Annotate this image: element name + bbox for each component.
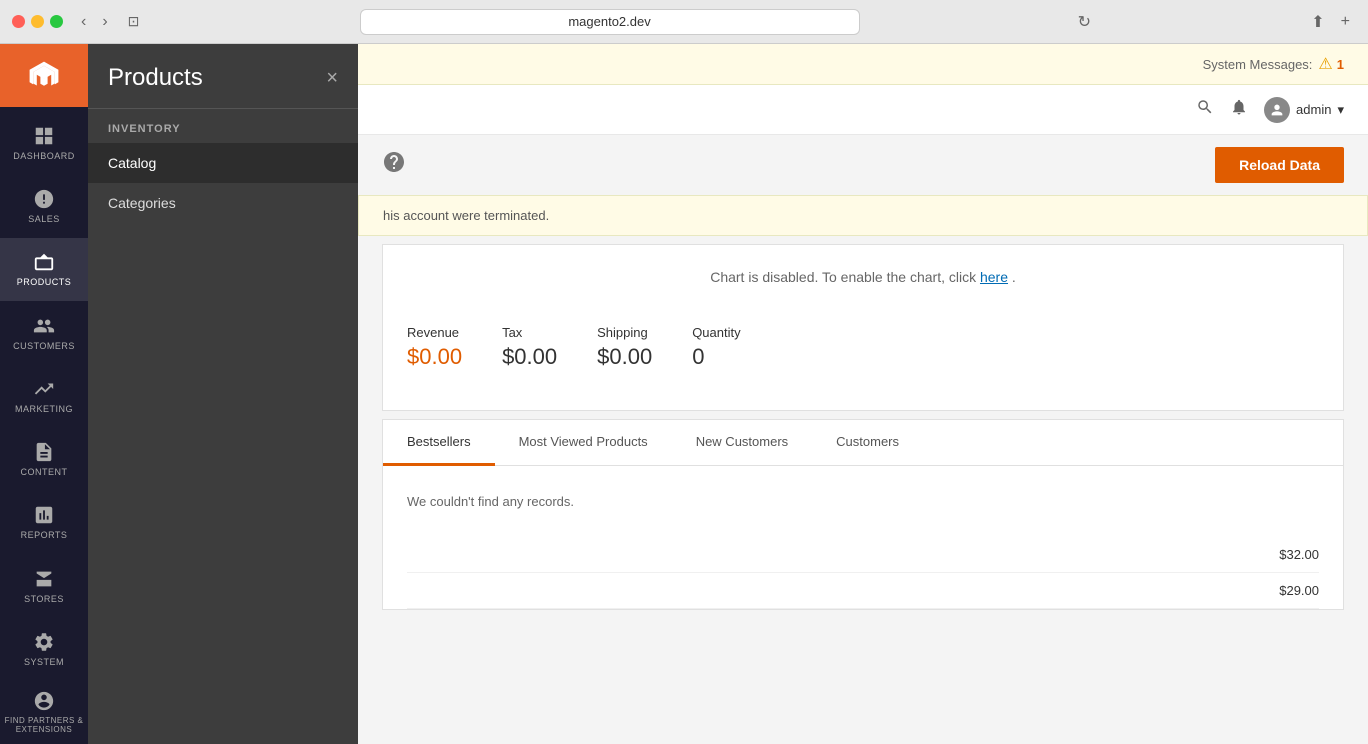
admin-label: admin — [1296, 102, 1331, 117]
sidebar-item-sales[interactable]: SALES — [0, 175, 88, 238]
flyout-panel: Products × Inventory Catalog Categories — [88, 44, 358, 744]
content-icon — [33, 441, 55, 463]
table-row: $32.00 — [407, 537, 1319, 573]
reports-icon — [33, 504, 55, 526]
sidebar-item-marketing[interactable]: MARKETING — [0, 364, 88, 427]
avatar — [1264, 97, 1290, 123]
magento-logo-icon — [26, 58, 62, 94]
table-rows-visible: $32.00 $29.00 — [383, 537, 1343, 609]
warning-triangle-icon: ⚠ — [1318, 54, 1332, 74]
back-button[interactable]: ‹ — [75, 11, 92, 33]
sidebar-item-customers[interactable]: CUSTOMERS — [0, 301, 88, 364]
notifications-button[interactable] — [1230, 98, 1248, 121]
tab-most-viewed-products[interactable]: Most Viewed Products — [495, 420, 672, 466]
brand-logo[interactable] — [0, 44, 88, 107]
flyout-close-button[interactable]: × — [326, 67, 338, 90]
tab-new-customers[interactable]: New Customers — [672, 420, 812, 466]
tab-bestsellers[interactable]: Bestsellers — [383, 420, 495, 466]
main-content: System Messages: ⚠ 1 — [358, 44, 1368, 744]
warning-text: his account were terminated. — [383, 208, 549, 223]
admin-user-menu[interactable]: admin ▾ — [1264, 97, 1344, 123]
system-icon — [33, 631, 55, 653]
sidebar-item-products[interactable]: PRODUCTS — [0, 238, 88, 301]
help-circle-icon — [382, 150, 406, 174]
search-icon — [1196, 98, 1214, 116]
system-messages-bar: System Messages: ⚠ 1 — [358, 44, 1368, 85]
marketing-icon — [33, 378, 55, 400]
reload-data-button[interactable]: Reload Data — [1215, 147, 1344, 183]
table-area: We couldn't find any records. — [383, 466, 1343, 537]
close-traffic-light[interactable] — [12, 15, 25, 28]
warning-notification: his account were terminated. — [358, 195, 1368, 236]
new-tab-button[interactable]: + — [1335, 10, 1356, 34]
top-bar: admin ▾ — [358, 85, 1368, 135]
chart-area: Chart is disabled. To enable the chart, … — [382, 244, 1344, 411]
stores-icon — [33, 568, 55, 590]
flyout-title: Products — [108, 64, 203, 92]
table-row: $29.00 — [407, 573, 1319, 609]
system-messages-label: System Messages: — [1203, 57, 1313, 72]
stat-revenue: Revenue $0.00 — [407, 325, 462, 370]
flyout-header: Products × — [88, 44, 358, 109]
system-messages-warning: ⚠ 1 — [1318, 54, 1344, 74]
sidebar-item-dashboard[interactable]: DASHBOARD — [0, 111, 88, 174]
fullscreen-traffic-light[interactable] — [50, 15, 63, 28]
table-cell-total: $29.00 — [1279, 583, 1319, 598]
no-records-text: We couldn't find any records. — [407, 482, 1319, 521]
tabs-header: Bestsellers Most Viewed Products New Cus… — [383, 420, 1343, 466]
minimize-traffic-light[interactable] — [31, 15, 44, 28]
help-button[interactable] — [382, 150, 406, 180]
flyout-section-header: Inventory — [88, 109, 358, 143]
stats-row: Revenue $0.00 Tax $0.00 Shipping $0.00 Q… — [407, 309, 1319, 386]
sidebar-item-find-partners[interactable]: FIND PARTNERS & EXTENSIONS — [0, 681, 88, 744]
flyout-item-categories[interactable]: Categories — [88, 183, 358, 223]
chart-enable-link[interactable]: here — [980, 269, 1008, 285]
sidebar-item-content[interactable]: CONTENT — [0, 428, 88, 491]
reload-button[interactable]: ↻ — [1078, 12, 1091, 32]
user-icon — [1269, 102, 1285, 118]
sidebar-item-system[interactable]: SYSTEM — [0, 617, 88, 680]
system-messages-count[interactable]: 1 — [1337, 57, 1344, 72]
traffic-lights — [12, 15, 63, 28]
sidebar-item-reports[interactable]: REPORTS — [0, 491, 88, 554]
stat-tax: Tax $0.00 — [502, 325, 557, 370]
table-cell-total: $32.00 — [1279, 547, 1319, 562]
chart-disabled-text: Chart is disabled. To enable the chart, … — [407, 269, 1319, 285]
stat-quantity: Quantity 0 — [692, 325, 740, 370]
share-button[interactable]: ⬆ — [1305, 10, 1330, 34]
customers-icon — [33, 315, 55, 337]
dashboard-icon — [33, 125, 55, 147]
stat-shipping: Shipping $0.00 — [597, 325, 652, 370]
app-container: DASHBOARD SALES PRODUCTS CUSTOMERS — [0, 44, 1368, 744]
sales-icon — [33, 188, 55, 210]
address-bar[interactable]: magento2.dev — [360, 9, 860, 35]
find-partners-icon — [33, 690, 55, 712]
window-button[interactable]: ⊡ — [122, 11, 146, 32]
browser-chrome: ‹ › ⊡ magento2.dev ↻ ⬆ + — [0, 0, 1368, 44]
chevron-down-icon: ▾ — [1337, 102, 1344, 118]
bell-icon — [1230, 98, 1248, 116]
tab-customers[interactable]: Customers — [812, 420, 923, 466]
search-button[interactable] — [1196, 98, 1214, 121]
sidebar-item-stores[interactable]: STORES — [0, 554, 88, 617]
icon-sidebar: DASHBOARD SALES PRODUCTS CUSTOMERS — [0, 44, 88, 744]
forward-button[interactable]: › — [96, 11, 113, 33]
tabs-section: Bestsellers Most Viewed Products New Cus… — [382, 419, 1344, 610]
help-reload-bar: Reload Data — [358, 135, 1368, 195]
products-icon — [33, 251, 55, 273]
dashboard-content: Reload Data his account were terminated.… — [358, 135, 1368, 744]
flyout-item-catalog[interactable]: Catalog — [88, 143, 358, 183]
